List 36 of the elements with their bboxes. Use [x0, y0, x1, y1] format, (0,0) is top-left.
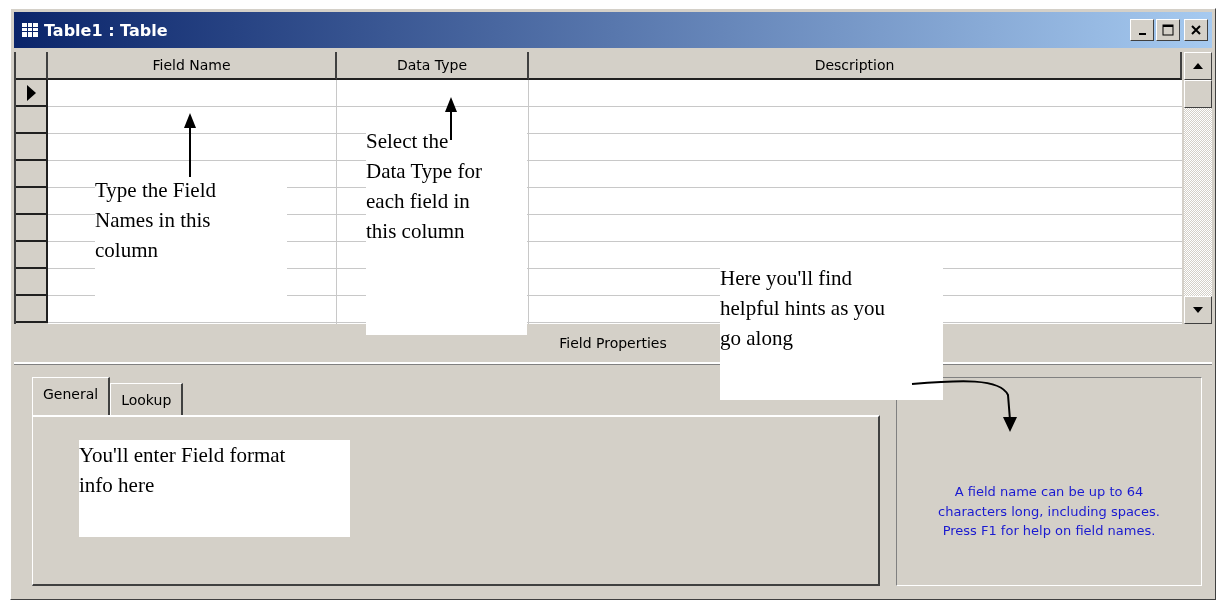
- column-header[interactable]: Field Name: [48, 52, 337, 80]
- hint-text: A field name can be up to 64 characters long, including spaces. Press F1 for help on field names.: [937, 483, 1161, 541]
- scroll-up-button[interactable]: [1184, 52, 1212, 80]
- row-selector[interactable]: [16, 242, 48, 269]
- arrow: [184, 113, 196, 178]
- callout-text: You'll enter Field format info here: [79, 442, 287, 499]
- close-button[interactable]: [1184, 19, 1208, 41]
- row-selector[interactable]: [16, 134, 48, 161]
- row-selector[interactable]: [16, 80, 48, 107]
- close-icon: [1190, 24, 1202, 36]
- row-selector[interactable]: [16, 269, 48, 296]
- column-header[interactable]: Description: [529, 52, 1182, 80]
- maximize-button[interactable]: [1156, 19, 1180, 41]
- scroll-down-button[interactable]: [1184, 296, 1212, 324]
- callout-text: Select the Data Type for each field in this column: [366, 128, 483, 245]
- row-selector[interactable]: [16, 296, 48, 323]
- row-selector[interactable]: [16, 161, 48, 188]
- down-arrow-icon: [1193, 307, 1203, 313]
- tab[interactable]: General: [32, 377, 111, 415]
- minimize-button[interactable]: [1130, 19, 1154, 41]
- callout-text: Type the Field Names in this column: [95, 177, 217, 264]
- minimize-icon: [1138, 33, 1146, 35]
- window-title: Table1 : Table: [44, 20, 169, 40]
- scrollbar[interactable]: [1184, 52, 1212, 324]
- row-selector[interactable]: [16, 107, 48, 134]
- maximize-icon: [1162, 24, 1174, 36]
- table-icon: [22, 23, 38, 37]
- current-row-icon: [26, 84, 36, 101]
- up-arrow-icon: [1193, 63, 1203, 69]
- tab[interactable]: Lookup: [110, 383, 184, 415]
- row-selector[interactable]: [16, 215, 48, 242]
- scroll-thumb[interactable]: [1184, 80, 1212, 108]
- section-label: Field Properties: [559, 335, 667, 351]
- column-header[interactable]: Data Type: [337, 52, 529, 80]
- row-selector[interactable]: [16, 188, 48, 215]
- callout-text: Here you'll find helpful hints as you go along: [720, 265, 887, 352]
